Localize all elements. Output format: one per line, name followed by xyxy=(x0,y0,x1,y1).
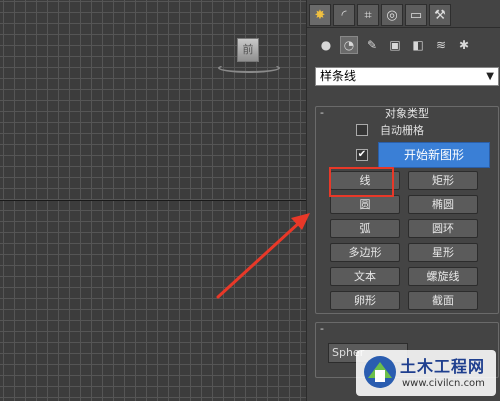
watermark-title: 土木工程网 xyxy=(400,357,486,376)
annotation-arrow xyxy=(216,213,310,299)
watermark: 土木工程网 www.civilcn.com xyxy=(356,350,496,396)
watermark-url: www.civilcn.com xyxy=(402,378,485,389)
watermark-logo-icon xyxy=(364,356,396,388)
